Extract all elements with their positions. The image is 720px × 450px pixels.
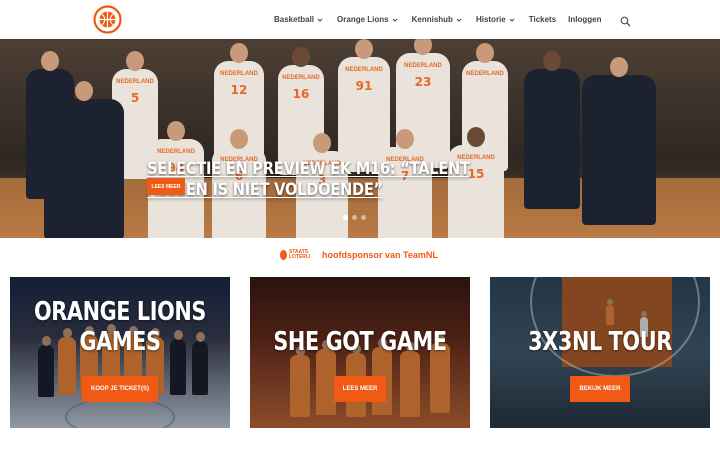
- chevron-down-icon: [456, 17, 462, 23]
- buy-tickets-button[interactable]: KOOP JE TICKET(S): [82, 376, 158, 402]
- nav-item-label: Orange Lions: [337, 15, 389, 24]
- card-orange-lions-games[interactable]: ORANGE LIONS GAMES KOOP JE TICKET(S): [10, 277, 230, 428]
- nav-item-kennishub[interactable]: Kennishub: [412, 15, 462, 24]
- hero-title[interactable]: SELECTIE EN PREVIEW EK M16: “TALENT ALLE…: [147, 159, 500, 201]
- nav-item-label: Kennishub: [411, 15, 453, 24]
- chevron-down-icon: [509, 17, 515, 23]
- view-more-button[interactable]: BEKIJK MEER: [570, 376, 630, 402]
- main-nav: Basketball Orange Lions Kennishub Histor…: [274, 0, 614, 39]
- staatsloterij-logo: STAATS LOTERIJ: [280, 248, 318, 262]
- chevron-down-icon: [392, 17, 398, 23]
- nav-item-label: Basketball: [274, 15, 315, 24]
- nav-item-inloggen[interactable]: Inloggen: [568, 15, 601, 24]
- sponsor-text: hoofdsponsor van TeamNL: [322, 250, 438, 260]
- read-more-button[interactable]: LEES MEER: [334, 376, 386, 402]
- card-3x3nl-tour[interactable]: 3X3NL TOUR BEKIJK MEER: [490, 277, 710, 428]
- chevron-down-icon: [317, 17, 323, 23]
- hero-staff-member: [582, 57, 656, 225]
- site-header: Basketball Orange Lions Kennishub Histor…: [0, 0, 720, 39]
- hero-slider: NEDERLAND 5 NEDERLAND 12 NEDERLAND 16 NEDER…: [0, 39, 720, 238]
- nav-item-label: Inloggen: [568, 15, 602, 24]
- slider-dot[interactable]: [361, 215, 366, 220]
- slider-pagination: [343, 215, 370, 220]
- card-title: 3X3NL TOUR: [528, 327, 672, 357]
- card-she-got-game[interactable]: SHE GOT GAME LEES MEER: [250, 277, 470, 428]
- slider-dot-active[interactable]: [343, 215, 348, 220]
- nav-item-orange-lions[interactable]: Orange Lions: [337, 15, 398, 24]
- nav-item-basketball[interactable]: Basketball: [274, 15, 323, 24]
- hero-staff-member: [44, 81, 124, 238]
- nav-item-label: Tickets: [528, 15, 557, 24]
- nav-item-historie[interactable]: Historie: [476, 15, 515, 24]
- card-title: SHE GOT GAME: [273, 327, 447, 357]
- site-logo[interactable]: [91, 4, 124, 35]
- hero-staff-member: [524, 51, 580, 209]
- search-icon[interactable]: [620, 14, 631, 27]
- sponsor-banner[interactable]: STAATS LOTERIJ hoofdsponsor van TeamNL: [280, 248, 438, 262]
- nav-item-tickets[interactable]: Tickets: [529, 15, 556, 24]
- hero-read-more-button[interactable]: LEES MEER: [147, 178, 185, 195]
- nav-item-label: Historie: [475, 15, 506, 24]
- card-title: ORANGE LIONS GAMES: [34, 297, 206, 357]
- slider-dot[interactable]: [352, 215, 357, 220]
